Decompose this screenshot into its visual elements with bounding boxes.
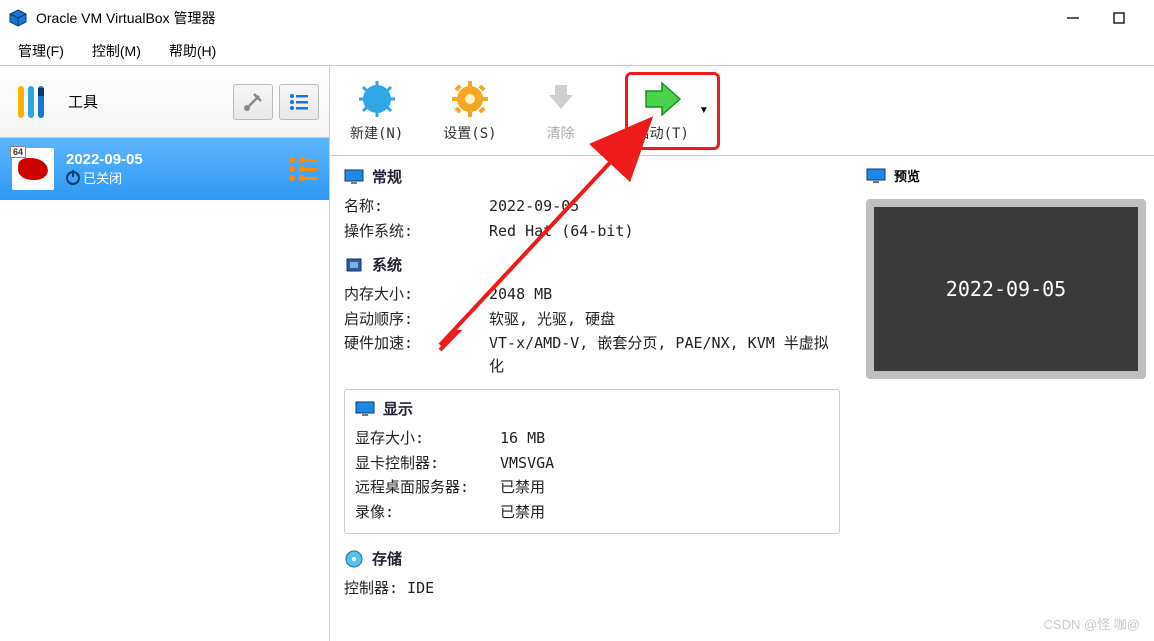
virtualbox-logo-icon — [8, 8, 28, 28]
start-button-highlight: 启动(T) ▼ — [625, 72, 720, 150]
general-title: 常规 — [372, 166, 402, 187]
new-icon — [353, 79, 401, 119]
menu-control[interactable]: 控制(M) — [92, 41, 141, 61]
new-label: 新建(N) — [350, 123, 403, 143]
titlebar: Oracle VM VirtualBox 管理器 — [0, 0, 1154, 36]
tools-icon — [10, 78, 58, 126]
section-general[interactable]: 常规 名称:2022-09-05 操作系统:Red Hat (64-bit) — [344, 166, 840, 242]
discard-label: 清除 — [547, 123, 575, 143]
section-system[interactable]: 系统 内存大小:2048 MB 启动顺序:软驱, 光驱, 硬盘 硬件加速:VT-… — [344, 254, 840, 377]
left-pane: 工具 — [0, 66, 330, 641]
tool-config-button[interactable] — [233, 84, 273, 120]
discard-button: 清除 — [537, 79, 585, 143]
preview-monitor-icon — [866, 168, 886, 184]
vm-name: 2022-09-05 — [66, 151, 143, 168]
maximize-button[interactable] — [1110, 9, 1128, 27]
discard-icon — [537, 79, 585, 119]
start-button[interactable]: 启动(T) — [636, 79, 689, 143]
preview-screen[interactable]: 2022-09-05 — [866, 199, 1146, 379]
system-title: 系统 — [372, 254, 402, 275]
details-panel: 常规 名称:2022-09-05 操作系统:Red Hat (64-bit) 系… — [330, 156, 854, 641]
preview-title: 预览 — [894, 166, 920, 185]
menu-manage[interactable]: 管理(F) — [18, 41, 64, 61]
preview-panel: 预览 2022-09-05 — [854, 156, 1154, 641]
tool-list-button[interactable] — [279, 84, 319, 120]
vm-os-icon: 64 — [12, 148, 54, 190]
storage-icon — [344, 551, 364, 567]
right-pane: 新建(N) — [330, 66, 1154, 641]
settings-label: 设置(S) — [443, 123, 496, 143]
toolbar: 新建(N) — [330, 66, 1154, 156]
window-title: Oracle VM VirtualBox 管理器 — [36, 8, 215, 28]
settings-icon — [446, 79, 494, 119]
section-storage[interactable]: 存储 控制器: IDE — [344, 548, 840, 600]
arch-badge: 64 — [10, 146, 26, 158]
display-title: 显示 — [383, 398, 413, 419]
monitor-icon — [344, 169, 364, 185]
start-dropdown-caret[interactable]: ▼ — [699, 105, 709, 116]
tools-label: 工具 — [68, 91, 98, 112]
minimize-button[interactable] — [1064, 9, 1082, 27]
chip-icon — [344, 257, 364, 273]
vm-list-item[interactable]: 64 2022-09-05 已关闭 — [0, 138, 329, 200]
start-icon — [638, 79, 686, 119]
preview-vm-name: 2022-09-05 — [946, 277, 1066, 301]
menu-help[interactable]: 帮助(H) — [169, 41, 216, 61]
storage-title: 存储 — [372, 548, 402, 569]
start-label: 启动(T) — [636, 123, 689, 143]
power-icon — [66, 171, 80, 185]
menubar: 管理(F) 控制(M) 帮助(H) — [0, 36, 1154, 66]
vm-item-menu-button[interactable] — [289, 157, 317, 181]
new-button[interactable]: 新建(N) — [350, 79, 403, 143]
settings-button[interactable]: 设置(S) — [443, 79, 496, 143]
watermark: CSDN @怪 咖@ — [1044, 614, 1140, 633]
section-display[interactable]: 显示 显存大小:16 MB 显卡控制器:VMSVGA 远程桌面服务器:已禁用 录… — [344, 389, 840, 534]
display-icon — [355, 401, 375, 417]
vm-state: 已关闭 — [66, 168, 143, 187]
tools-row[interactable]: 工具 — [0, 66, 329, 138]
